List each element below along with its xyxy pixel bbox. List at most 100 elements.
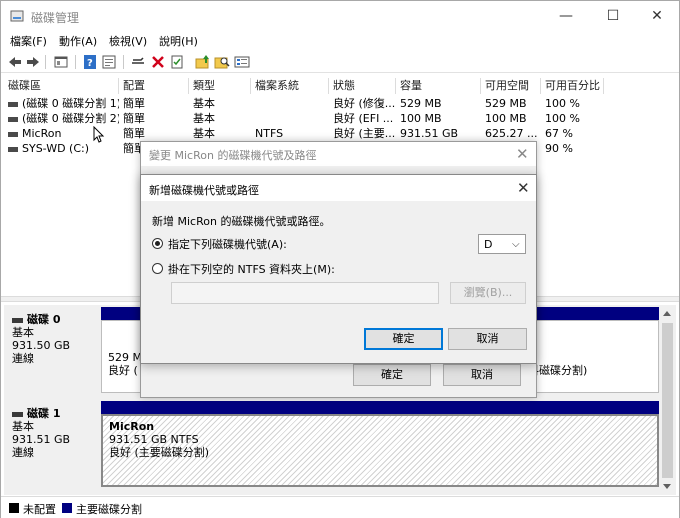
toolbar: ? bbox=[1, 51, 679, 73]
disk-row: 磁碟 1 基本 931.51 GB 連線 MicRon 931.51 GB NT… bbox=[4, 401, 659, 489]
layout-cell: 簡單 bbox=[123, 112, 145, 125]
legend-primary-partition: 主要磁碟分割 bbox=[76, 503, 142, 516]
menu-action[interactable]: 動作(A) bbox=[59, 33, 97, 49]
add-drive-letter-dialog: 新增磁碟機代號或路徑 ✕ 新增 MicRon 的磁碟機代號或路徑。 指定下列磁碟… bbox=[140, 174, 537, 364]
toolbar-separator bbox=[75, 55, 76, 69]
folder-up-icon[interactable] bbox=[195, 54, 211, 70]
disk-type: 基本 bbox=[12, 420, 34, 433]
status-cell: 良好 (EFI ... bbox=[333, 112, 394, 125]
back-icon[interactable] bbox=[7, 54, 23, 70]
capacity-cell: 529 MB bbox=[400, 97, 442, 110]
menu-help[interactable]: 說明(H) bbox=[159, 33, 198, 49]
partition-block-selected[interactable]: MicRon 931.51 GB NTFS 良好 (主要磁碟分割) bbox=[101, 414, 659, 487]
ok-button[interactable]: 確定 bbox=[353, 364, 431, 386]
layout-cell: 簡單 bbox=[123, 127, 145, 140]
connect-icon[interactable] bbox=[130, 54, 146, 70]
scroll-thumb[interactable] bbox=[662, 323, 673, 478]
partition-name: MicRon bbox=[109, 420, 155, 433]
folder-path-input[interactable] bbox=[171, 282, 439, 304]
close-icon[interactable]: ✕ bbox=[517, 179, 530, 197]
percent-free-cell: 90 % bbox=[545, 142, 573, 155]
mouse-cursor-icon bbox=[93, 126, 105, 143]
volume-icon bbox=[8, 101, 18, 107]
volume-icon bbox=[8, 116, 18, 122]
status-cell: 良好 (修復... bbox=[333, 97, 396, 110]
check-icon[interactable] bbox=[169, 54, 185, 70]
cancel-button[interactable]: 取消 bbox=[448, 328, 527, 350]
disk-info[interactable]: 磁碟 1 基本 931.51 GB 連線 bbox=[4, 401, 98, 487]
volume-icon bbox=[8, 146, 18, 152]
volume-name: SYS-WD (C:) bbox=[22, 142, 90, 155]
disk-icon bbox=[12, 411, 23, 417]
disk-management-app-icon bbox=[10, 10, 24, 22]
free-space-cell: 529 MB bbox=[485, 97, 527, 110]
scroll-up-icon[interactable] bbox=[663, 311, 671, 316]
delete-icon[interactable] bbox=[150, 54, 166, 70]
dialog-title: 變更 MicRon 的磁碟機代號及路徑 bbox=[149, 149, 317, 162]
partition-size: 931.51 GB NTFS bbox=[109, 433, 199, 446]
column-header-status[interactable]: 狀態 bbox=[329, 78, 396, 94]
ok-button[interactable]: 確定 bbox=[364, 328, 443, 350]
capacity-cell: 100 MB bbox=[400, 112, 442, 125]
vertical-scrollbar[interactable] bbox=[659, 305, 676, 495]
primary-partition-swatch bbox=[62, 503, 72, 513]
scroll-down-icon[interactable] bbox=[663, 484, 671, 489]
column-header-layout[interactable]: 配置 bbox=[119, 78, 189, 94]
legend-bar: 未配置 主要磁碟分割 bbox=[1, 496, 679, 518]
drive-letter-value: D bbox=[484, 238, 493, 251]
percent-free-cell: 67 % bbox=[545, 127, 573, 140]
help-icon[interactable]: ? bbox=[82, 54, 98, 70]
partition-block[interactable]: 料磁碟分割) bbox=[521, 320, 659, 393]
disk-type: 基本 bbox=[12, 326, 34, 339]
menu-view[interactable]: 檢視(V) bbox=[109, 33, 147, 49]
volume-name: (磁碟 0 磁碟分割 2) bbox=[22, 112, 119, 125]
column-header-free-space[interactable]: 可用空間 bbox=[481, 78, 541, 94]
maximize-button[interactable]: ☐ bbox=[591, 1, 635, 31]
column-header-volume[interactable]: 磁碟區 bbox=[4, 78, 119, 94]
browse-button[interactable]: 瀏覽(B)... bbox=[450, 282, 526, 304]
type-cell: 基本 bbox=[193, 97, 215, 110]
assign-letter-radio[interactable] bbox=[152, 238, 163, 249]
drive-letter-select[interactable]: D ⌵ bbox=[478, 234, 526, 254]
column-header-capacity[interactable]: 容量 bbox=[396, 78, 481, 94]
partition-status: 料磁碟分割) bbox=[528, 364, 588, 377]
close-icon[interactable]: ✕ bbox=[516, 145, 529, 163]
free-space-cell: 100 MB bbox=[485, 112, 527, 125]
close-window-button[interactable]: ✕ bbox=[635, 1, 679, 31]
layout-cell: 簡單 bbox=[123, 97, 145, 110]
free-space-cell: 625.27 ... bbox=[485, 127, 538, 140]
assign-letter-label[interactable]: 指定下列磁碟機代號(A): bbox=[168, 236, 287, 252]
filesystem-cell bbox=[251, 96, 329, 111]
legend-unallocated: 未配置 bbox=[23, 503, 56, 516]
partition-status: 良好 (主要磁碟分割) bbox=[109, 446, 210, 459]
table-row[interactable]: (磁碟 0 磁碟分割 1) 簡單 基本 良好 (修復... 529 MB 529… bbox=[4, 96, 604, 111]
disk-status: 連線 bbox=[12, 446, 34, 459]
menu-file[interactable]: 檔案(F) bbox=[10, 33, 47, 49]
disk-info[interactable]: 磁碟 0 基本 931.50 GB 連線 bbox=[4, 307, 98, 393]
forward-icon[interactable] bbox=[25, 54, 41, 70]
column-header-percent-free[interactable]: 可用百分比 bbox=[541, 78, 604, 94]
percent-free-cell: 100 % bbox=[545, 97, 580, 110]
dialog-instruction: 新增 MicRon 的磁碟機代號或路徑。 bbox=[152, 215, 331, 228]
search-folder-icon[interactable] bbox=[214, 54, 230, 70]
disk-icon bbox=[12, 317, 23, 323]
column-header-filesystem[interactable]: 檔案系統 bbox=[251, 78, 329, 94]
toolbar-separator bbox=[123, 55, 124, 69]
properties-icon[interactable] bbox=[101, 54, 117, 70]
title-bar: 磁碟管理 — ☐ ✕ bbox=[1, 1, 679, 31]
disk-size: 931.50 GB bbox=[12, 339, 71, 352]
minimize-button[interactable]: — bbox=[544, 1, 588, 31]
svg-text:?: ? bbox=[87, 58, 93, 69]
dialog-title: 新增磁碟機代號或路徑 bbox=[149, 184, 259, 197]
volume-name: (磁碟 0 磁碟分割 1) bbox=[22, 97, 119, 110]
chevron-down-icon: ⌵ bbox=[512, 239, 520, 250]
dialog-title-bar: 新增磁碟機代號或路徑 ✕ bbox=[141, 175, 536, 201]
console-icon[interactable] bbox=[53, 54, 69, 70]
mount-folder-radio[interactable] bbox=[152, 263, 163, 274]
column-header-type[interactable]: 類型 bbox=[189, 78, 251, 94]
list-icon[interactable] bbox=[234, 54, 250, 70]
table-row[interactable]: (磁碟 0 磁碟分割 2) 簡單 基本 良好 (EFI ... 100 MB 1… bbox=[4, 111, 604, 126]
cancel-button[interactable]: 取消 bbox=[443, 364, 521, 386]
mount-folder-label[interactable]: 掛在下列空的 NTFS 資料夾上(M): bbox=[168, 261, 335, 277]
capacity-cell: 931.51 GB bbox=[400, 127, 459, 140]
